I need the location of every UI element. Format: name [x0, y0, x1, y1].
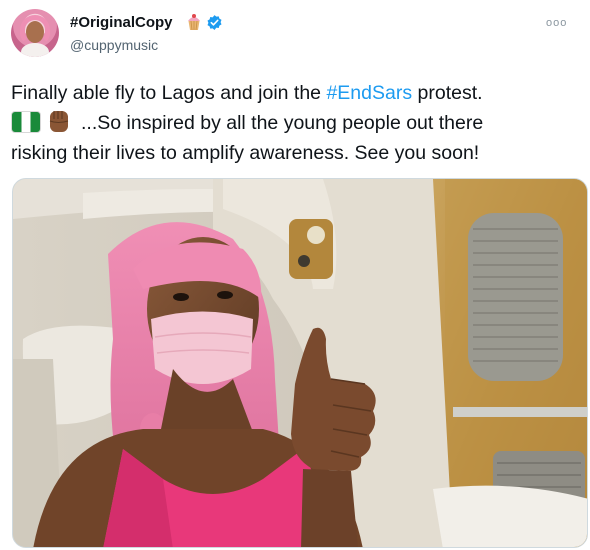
- cabin-selfie-illustration: [13, 179, 587, 547]
- cupcake-icon: [188, 14, 200, 31]
- author-avatar[interactable]: [11, 9, 59, 57]
- nigeria-flag-icon: [11, 111, 41, 133]
- tweet-line-2: ...So inspired by all the young people o…: [11, 108, 583, 138]
- author-handle[interactable]: @cuppymusic: [70, 37, 158, 53]
- tweet-photo[interactable]: [12, 178, 588, 548]
- tweet-line-1: Finally able fly to Lagos and join the #…: [11, 78, 583, 108]
- tweet-line-1-start: Finally able fly to Lagos and join the: [11, 82, 327, 104]
- tweet-card[interactable]: #OriginalCopy @cuppymusic ooo Finally ab…: [0, 0, 590, 550]
- raised-fist-icon: [49, 111, 69, 132]
- tweet-line-1-end: protest.: [412, 82, 483, 104]
- verified-icon: [207, 15, 222, 30]
- more-options-icon[interactable]: ooo: [546, 17, 567, 29]
- tweet-line-3: risking their lives to amplify awareness…: [11, 142, 480, 164]
- hashtag-link[interactable]: #EndSars: [326, 82, 412, 104]
- author-display-name[interactable]: #OriginalCopy: [70, 14, 173, 31]
- tweet-line-2-text: ...So inspired by all the young people o…: [81, 112, 484, 134]
- tweet-text: Finally able fly to Lagos and join the #…: [11, 78, 583, 168]
